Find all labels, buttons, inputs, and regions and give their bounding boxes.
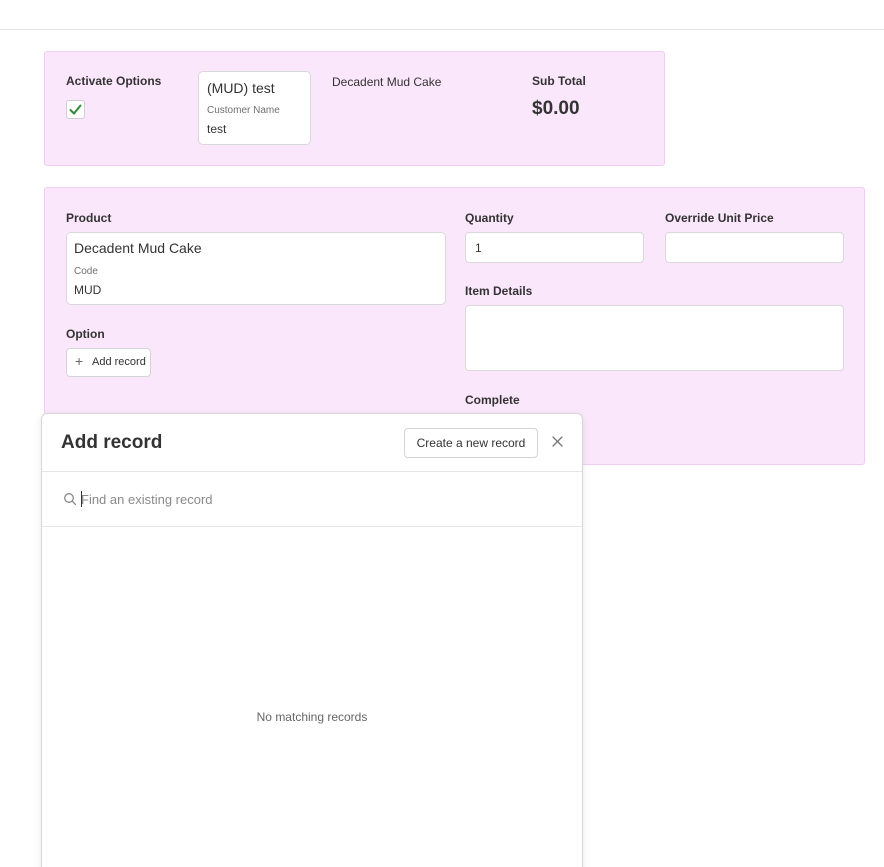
- empty-results-message: No matching records: [256, 710, 368, 724]
- order-summary-card: Activate Options (MUD) test Customer Nam…: [44, 51, 665, 166]
- panel-header-divider: [42, 471, 582, 472]
- customer-name-value: test: [207, 122, 227, 136]
- quantity-label: Quantity: [465, 211, 514, 225]
- item-details-field[interactable]: [465, 305, 844, 371]
- item-details-label: Item Details: [465, 284, 533, 298]
- add-record-panel: Add record Create a new record No matchi…: [41, 413, 583, 867]
- add-record-panel-title: Add record: [61, 432, 163, 453]
- quantity-field[interactable]: 1: [465, 232, 644, 263]
- page: Activate Options (MUD) test Customer Nam…: [0, 0, 884, 867]
- product-label: Product: [66, 211, 112, 225]
- product-record-title: Decadent Mud Cake: [74, 240, 202, 256]
- find-existing-record-input[interactable]: [81, 488, 551, 510]
- search-icon: [64, 493, 77, 506]
- subtotal-value: $0.00: [532, 98, 580, 119]
- product-code-value: MUD: [74, 283, 102, 297]
- option-label: Option: [66, 327, 105, 341]
- product-code-label: Code: [74, 266, 98, 277]
- subtotal-label: Sub Total: [532, 74, 586, 88]
- quantity-value: 1: [475, 241, 482, 255]
- plus-icon: +: [75, 353, 84, 369]
- customer-record-card[interactable]: (MUD) test Customer Name test: [198, 71, 311, 145]
- complete-label: Complete: [465, 393, 520, 407]
- customer-name-label: Customer Name: [207, 105, 280, 116]
- text-caret: [81, 491, 82, 507]
- top-bar: [0, 0, 884, 30]
- product-record-card[interactable]: Decadent Mud Cake Code MUD: [66, 232, 446, 305]
- add-record-button-label: Add record: [92, 356, 146, 368]
- close-icon[interactable]: [551, 435, 564, 448]
- add-option-record-button[interactable]: + Add record: [66, 348, 151, 377]
- customer-record-title: (MUD) test: [207, 80, 275, 96]
- panel-search-divider: [42, 526, 582, 527]
- order-product-name: Decadent Mud Cake: [332, 75, 442, 89]
- activate-options-label: Activate Options: [66, 74, 162, 88]
- check-icon: [69, 104, 82, 115]
- activate-options-checkbox[interactable]: [66, 100, 85, 119]
- create-new-record-button[interactable]: Create a new record: [404, 428, 538, 458]
- override-unit-price-label: Override Unit Price: [665, 211, 774, 225]
- override-unit-price-field[interactable]: [665, 232, 844, 263]
